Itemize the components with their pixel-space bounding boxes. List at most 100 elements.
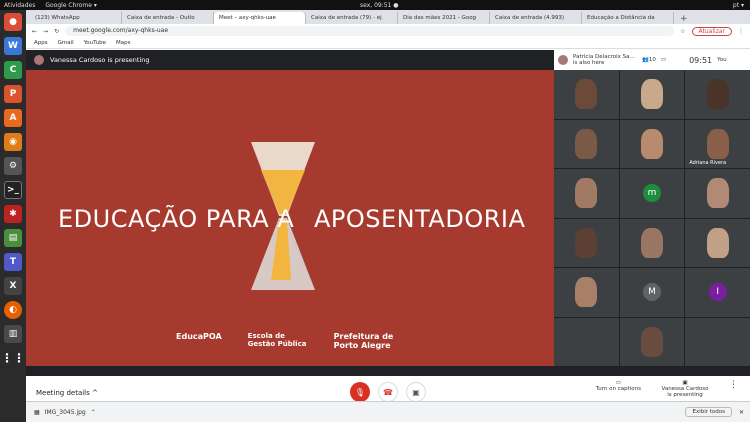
meet-clock: 09:51 [689,55,713,65]
files-icon[interactable]: ▤ [4,229,22,247]
app-dock: ● W C P A ◉ ⚙ >_ ✱ ▤ T X ◐ ▥ ⋮⋮ [0,10,26,422]
chevron-up-icon[interactable]: ⌃ [91,409,96,416]
app-grid-icon[interactable]: ⋮⋮ [1,349,25,367]
chrome-icon[interactable]: ● [4,13,22,31]
participant-avatar: M [642,283,661,302]
participant-video [575,128,598,159]
tab-mail-79[interactable]: Caixa de entrada (79) - ej [306,12,398,24]
settings-icon[interactable]: ⚙ [4,157,22,175]
language-indicator[interactable]: pt ▾ [733,2,744,9]
participant-grid: Adriana Rivera m M I [554,70,750,366]
mic-off-button[interactable]: 🎙 [350,382,370,402]
reload-icon[interactable]: ↻ [54,28,59,35]
meet-right-controls: ▭ Turn on captions ▣ Vanessa Cardoso is pr… [596,380,738,398]
teams-icon[interactable]: T [4,253,22,271]
tab-strip: (123) WhatsApp Caixa de entrada - Outlo … [26,10,750,24]
menu-icon[interactable]: ⋮ [738,28,744,35]
tab-meet[interactable]: Meet – axy-qhks-uae [214,12,306,24]
participant-video [640,227,663,258]
camera-button[interactable]: ▣ [406,382,426,402]
participant-tile[interactable] [619,317,685,366]
show-all-button[interactable]: Exibir todos [685,407,732,417]
tab-google-doodle[interactable]: Dia das mães 2021 - Goog [398,12,490,24]
participant-tile[interactable]: m [619,169,685,218]
participant-tile[interactable] [619,119,685,168]
star-icon[interactable]: ☆ [680,28,685,35]
activities-menu[interactable]: Atividades [4,2,35,9]
more-options-icon[interactable]: ⋮ [729,380,738,398]
participant-tile[interactable] [554,317,619,366]
terminal-icon[interactable]: >_ [4,181,22,199]
slide-logos: EducaPOA Escola de Gestão Pública Prefei… [176,332,456,350]
app-menu[interactable]: Google Chrome ▾ [45,2,97,9]
participant-tile[interactable] [685,70,750,119]
impress-icon[interactable]: P [4,85,22,103]
logo-educapoa: EducaPOA [176,332,222,341]
chat-icon[interactable]: ▭ [661,57,666,63]
participant-tile[interactable]: I [685,268,750,317]
bookmark-gmail[interactable]: Gmail [58,40,74,46]
image-file-icon: ▦ [34,408,40,416]
hang-up-button[interactable]: ☎ [378,382,398,402]
presenter-bar: Vanessa Cardoso is presenting [26,50,554,70]
participant-tile[interactable] [554,70,619,119]
tab-whatsapp[interactable]: (123) WhatsApp [30,12,122,24]
participant-tile[interactable] [554,268,619,317]
participant-tile[interactable]: M [619,268,685,317]
participant-tile[interactable] [554,169,619,218]
tab-mail-4993[interactable]: Caixa de entrada (4.993) [490,12,582,24]
x-app-icon[interactable]: X [4,277,22,295]
logo-escola-gestao: Escola de Gestão Pública [247,332,307,348]
participants-header: Patricia Delacroix Sa... is also here 👥1… [554,50,750,70]
download-item[interactable]: ▦ IMG_3045.jpg ⌃ [34,409,96,416]
people-icon[interactable]: 👥10 [642,57,656,63]
close-icon[interactable]: ✕ [739,409,744,416]
participant-tile[interactable] [685,317,750,366]
writer-icon[interactable]: W [4,37,22,55]
tab-outlook[interactable]: Caixa de entrada - Outlo [122,12,214,24]
participant-video [575,227,598,258]
forward-icon[interactable]: → [43,28,48,35]
participant-tile[interactable] [685,218,750,267]
calc-icon[interactable]: C [4,61,22,79]
software-icon[interactable]: A [4,109,22,127]
address-bar[interactable]: meet.google.com/axy-qhks-uae [65,26,675,36]
participant-tile[interactable] [619,70,685,119]
blender-icon[interactable]: ◉ [4,133,22,151]
chrome-window: (123) WhatsApp Caixa de entrada - Outlo … [26,10,750,422]
presenter-avatar [34,55,44,65]
participant-video [575,277,598,308]
bookmark-youtube[interactable]: YouTube [84,40,106,46]
bookmark-apps[interactable]: Apps [34,40,48,46]
participant-video [640,326,663,357]
participant-tile[interactable] [554,119,619,168]
slide-title-left: EDUCAÇÃO PARA A [58,205,295,233]
you-label: You [717,57,727,63]
participant-video [575,178,598,209]
tab-ead[interactable]: Educação a Distância da [582,12,674,24]
update-button[interactable]: Atualizar [691,26,732,36]
trash-icon[interactable]: ▥ [4,325,22,343]
participant-tile[interactable] [554,218,619,267]
system-topbar: Atividades Google Chrome ▾ sex, 09:51 ● … [0,0,750,10]
download-filename: IMG_3045.jpg [44,408,86,416]
meeting-details-button[interactable]: Meeting details ^ [36,389,98,397]
logo-prefeitura: Prefeitura de Porto Alegre [333,332,394,350]
system-clock[interactable]: sex, 09:51 ● [360,2,399,9]
network-icon[interactable]: ✱ [4,205,22,223]
presenting-button[interactable]: ▣ Vanessa Cardoso is presenting [661,380,709,398]
slide-title: EDUCAÇÃO PARA A APOSENTADORIA [58,205,525,233]
participant-tile[interactable] [685,169,750,218]
also-here-text: Patricia Delacroix Sa... is also here [573,54,635,66]
participant-tile[interactable]: Adriana Rivera [685,119,750,168]
meet-area: Vanessa Cardoso is presenting EDUCAÇÃO P… [26,50,750,409]
shared-slide: EDUCAÇÃO PARA A APOSENTADORIA EducaPOA E… [26,70,554,366]
participant-video [575,79,598,110]
back-icon[interactable]: ← [32,28,37,35]
presenter-text: Vanessa Cardoso is presenting [50,56,150,64]
captions-button[interactable]: ▭ Turn on captions [596,380,641,398]
firefox-icon[interactable]: ◐ [4,301,22,319]
new-tab-button[interactable]: + [674,14,694,24]
participant-tile[interactable] [619,218,685,267]
bookmark-maps[interactable]: Maps [116,40,130,46]
